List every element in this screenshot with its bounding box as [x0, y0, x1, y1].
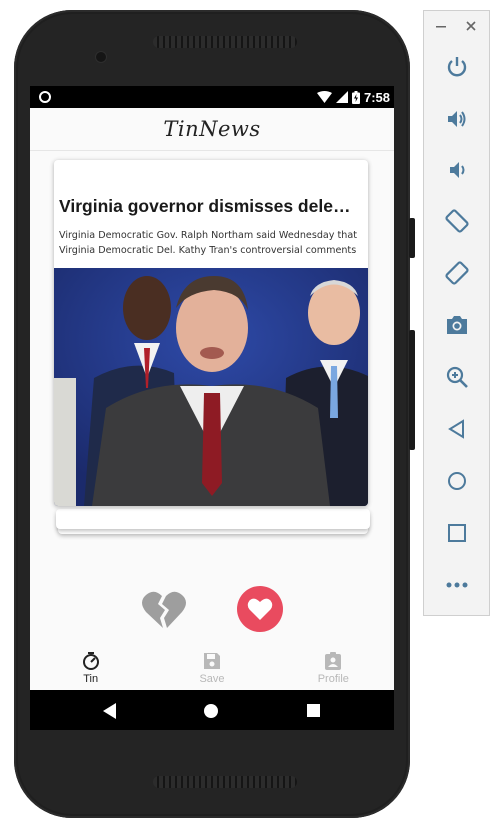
toolbar-home-button[interactable]	[424, 463, 489, 499]
news-card-description: Virginia Democratic Gov. Ralph Northam s…	[59, 230, 357, 256]
heart-icon	[247, 598, 273, 620]
back-icon	[447, 419, 464, 439]
toolbar-back-button[interactable]	[424, 411, 489, 447]
nav-item-save[interactable]: Save	[151, 646, 272, 690]
nav-label-save: Save	[199, 672, 225, 685]
nav-item-profile[interactable]: Profile	[273, 646, 394, 690]
screenshot-button[interactable]	[424, 307, 489, 343]
nav-item-tin[interactable]: Tin	[30, 646, 151, 690]
side-button-volume	[409, 330, 415, 450]
front-camera	[96, 52, 106, 62]
broken-heart-icon	[142, 591, 186, 628]
overview-icon[interactable]	[307, 704, 320, 717]
status-icons: 7:58	[316, 88, 390, 106]
system-navigation-bar	[30, 690, 394, 730]
rotate-left-icon	[444, 209, 469, 233]
nav-label-profile: Profile	[317, 672, 349, 685]
signal-icon	[335, 91, 348, 103]
dislike-button[interactable]	[140, 586, 188, 634]
close-icon[interactable]	[466, 21, 476, 31]
minimize-icon[interactable]	[436, 25, 446, 28]
like-button[interactable]	[237, 586, 283, 632]
back-icon[interactable]	[103, 703, 117, 719]
news-card-title: Virginia governor dismisses delegat…	[59, 196, 360, 216]
timer-icon	[82, 651, 99, 670]
more-icon	[446, 582, 467, 588]
device-screen: 7:58 TinNews Virginia governor dismisses…	[30, 86, 394, 730]
app-bar: TinNews	[30, 108, 394, 151]
news-card-image	[54, 268, 368, 506]
overview-icon	[447, 524, 466, 542]
camera-icon	[446, 316, 467, 334]
home-icon[interactable]	[204, 704, 218, 718]
top-speaker	[153, 36, 297, 48]
battery-icon	[351, 90, 360, 104]
profile-icon	[325, 651, 342, 670]
bottom-navigation: Tin Save Profile	[30, 646, 394, 690]
nav-label-tin: Tin	[83, 672, 99, 685]
home-icon	[447, 472, 466, 490]
toolbar-header	[424, 11, 489, 41]
wifi-icon	[316, 91, 332, 103]
power-button[interactable]	[424, 49, 489, 85]
volume-up-icon	[447, 111, 465, 127]
toolbar-overview-button[interactable]	[424, 515, 489, 551]
zoom-icon	[446, 366, 468, 388]
emulator-toolbar	[423, 10, 490, 616]
volume-down-icon	[449, 162, 464, 178]
volume-up-button[interactable]	[424, 101, 489, 137]
status-bar: 7:58	[30, 86, 394, 108]
volume-down-button[interactable]	[424, 152, 489, 188]
bottom-speaker	[153, 776, 297, 788]
news-card[interactable]: Virginia governor dismisses delegat… Vir…	[54, 160, 368, 506]
power-icon	[447, 57, 466, 77]
more-button[interactable]	[424, 567, 489, 603]
notification-icon	[39, 91, 51, 103]
rotate-right-icon	[444, 261, 469, 285]
rotate-right-button[interactable]	[424, 255, 489, 291]
rotate-left-button[interactable]	[424, 203, 489, 239]
app-title: TinNews	[163, 117, 261, 141]
status-time: 7:58	[363, 89, 390, 105]
side-button-power	[409, 218, 415, 258]
card-stack-layer	[56, 509, 370, 529]
zoom-button[interactable]	[424, 359, 489, 395]
save-icon	[203, 652, 220, 669]
